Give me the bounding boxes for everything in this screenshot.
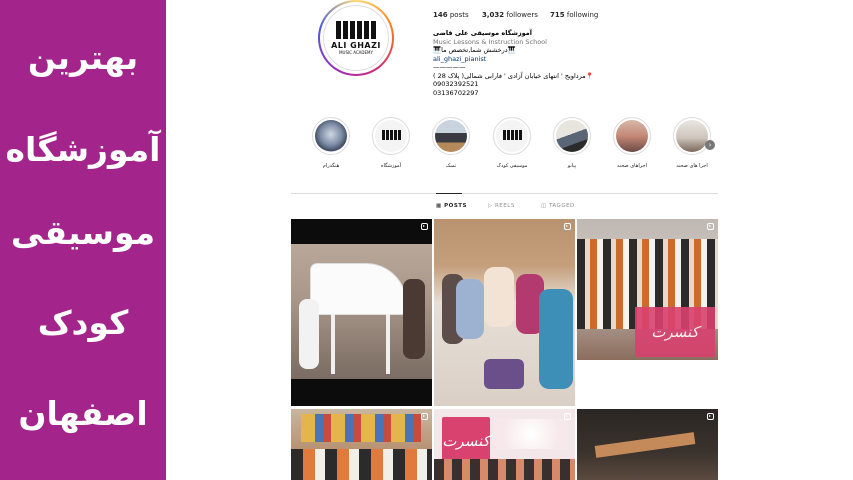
audience-photo: [434, 459, 575, 480]
bio-tagline: 🎹درخشش شما,تخصص ما🎹: [433, 46, 516, 54]
logo-subtitle: MUSIC ACADEMY: [339, 50, 373, 55]
highlight-label: اجرا های صحنه: [676, 163, 708, 169]
banner-line-4: کودک: [37, 303, 129, 342]
highlight-kids-music[interactable]: موسیقی کودک: [488, 117, 536, 169]
profile-category: Music Lessons & Instruction School: [433, 37, 547, 46]
bio-dashes: —————: [433, 63, 466, 71]
promo-banner: بهترین آموزشگاه موسیقی کودک اصفهان: [0, 0, 166, 480]
reel-icon: [564, 413, 571, 420]
piano-leg: [386, 314, 390, 374]
concert-overlay: کنسرت: [442, 417, 490, 465]
highlight-label: موسیقی کودک: [496, 163, 528, 169]
posts-stat: 146 posts: [433, 11, 469, 19]
posts-count: 146: [433, 11, 448, 19]
profile-name: آموزشگاه موسیقی علی قاضی: [433, 29, 532, 37]
following-count: 715: [550, 11, 565, 19]
tab-tagged[interactable]: ◫ TAGGED: [541, 203, 575, 209]
bio-link[interactable]: ali_ghazi_pianist: [433, 55, 594, 64]
reel-icon: [707, 413, 714, 420]
piano-logo-icon: [496, 120, 528, 152]
post-thumbnail-1[interactable]: [291, 219, 432, 406]
tabs-divider: [291, 193, 718, 194]
banner-line-5: اصفهان: [18, 394, 148, 433]
profile-bio: آموزشگاه موسیقی علی قاضی Music Lessons &…: [433, 29, 594, 97]
stage-icon: [676, 120, 708, 152]
stained-glass-window: [301, 414, 421, 442]
tab-posts-label: POSTS: [444, 203, 468, 209]
tombak-icon: [435, 120, 467, 152]
tab-tagged-label: TAGGED: [548, 203, 575, 209]
chevron-right-icon[interactable]: ›: [705, 140, 715, 150]
concert-overlay: کنسرت: [635, 307, 715, 357]
piano-logo-icon: [375, 120, 407, 152]
banner-line-3: موسیقی: [10, 213, 156, 252]
highlight-label: آموزشگاه: [380, 163, 402, 169]
post-thumbnail-3[interactable]: کنسرت: [577, 219, 718, 360]
bag-shape: [484, 359, 524, 389]
bio-phone-2[interactable]: 03136702297: [433, 89, 594, 98]
pianist-figure: [299, 299, 319, 369]
academy-logo: ALI GHAZI MUSIC ACADEMY: [323, 5, 389, 71]
tab-reels[interactable]: ▷ REELS: [488, 203, 515, 209]
group-photo: [291, 449, 432, 480]
banner-line-2: آموزشگاه: [5, 130, 161, 169]
followers-count: 3,032: [482, 11, 505, 19]
musician-figure: [403, 279, 425, 359]
highlight-label: اجراهای صحنه: [617, 163, 647, 169]
stage-icon: [616, 120, 648, 152]
post-thumbnail-5[interactable]: کنسرت: [434, 409, 575, 480]
child-figure: [456, 279, 484, 339]
highlight-label: هنگدرام: [322, 163, 340, 169]
reel-icon: [707, 223, 714, 230]
tab-reels-label: REELS: [494, 203, 515, 209]
highlight-label: پیانو: [567, 163, 577, 169]
followers-stat[interactable]: 3,032 followers: [482, 11, 538, 19]
piano-icon: [556, 120, 588, 152]
piano-leg: [331, 314, 335, 374]
banner-line-1: بهترین: [27, 38, 139, 77]
stage-lights: [494, 419, 568, 449]
following-label: following: [566, 11, 599, 19]
highlight-label: تمبک: [445, 163, 457, 169]
followers-label: followers: [506, 11, 538, 19]
screen: بهترین آموزشگاه موسیقی کودک اصفهان ALI G…: [0, 0, 853, 480]
reel-icon: [421, 413, 428, 420]
child-figure: [484, 267, 514, 327]
bio-address: 📍مرداویج ' انتهای خیابان آزادی ' فارابی …: [433, 71, 594, 80]
post-thumbnail-2[interactable]: [434, 219, 575, 406]
bio-phone-1[interactable]: 09032392521: [433, 80, 594, 89]
highlight-academy[interactable]: آموزشگاه: [367, 117, 415, 169]
tab-posts[interactable]: ▦ POSTS: [436, 203, 467, 209]
post-thumbnail-4[interactable]: [291, 409, 432, 480]
highlight-tombak[interactable]: تمبک: [427, 117, 475, 169]
highlight-handpan[interactable]: هنگدرام: [307, 117, 355, 169]
piano-keys-icon: [336, 21, 376, 39]
profile-avatar[interactable]: ALI GHAZI MUSIC ACADEMY: [318, 0, 394, 76]
highlight-stage-1[interactable]: اجراهای صحنه: [608, 117, 656, 169]
logo-title: ALI GHAZI: [331, 41, 381, 50]
active-tab-indicator: [436, 193, 462, 194]
reel-icon: [421, 223, 428, 230]
reel-icon: [564, 223, 571, 230]
post-thumbnail-6[interactable]: [577, 409, 718, 480]
child-figure: [539, 289, 573, 389]
highlight-piano[interactable]: پیانو: [548, 117, 596, 169]
instrument-shape: [594, 432, 696, 458]
following-stat[interactable]: 715 following: [550, 11, 598, 19]
handpan-icon: [315, 120, 347, 152]
posts-label: posts: [449, 11, 469, 19]
